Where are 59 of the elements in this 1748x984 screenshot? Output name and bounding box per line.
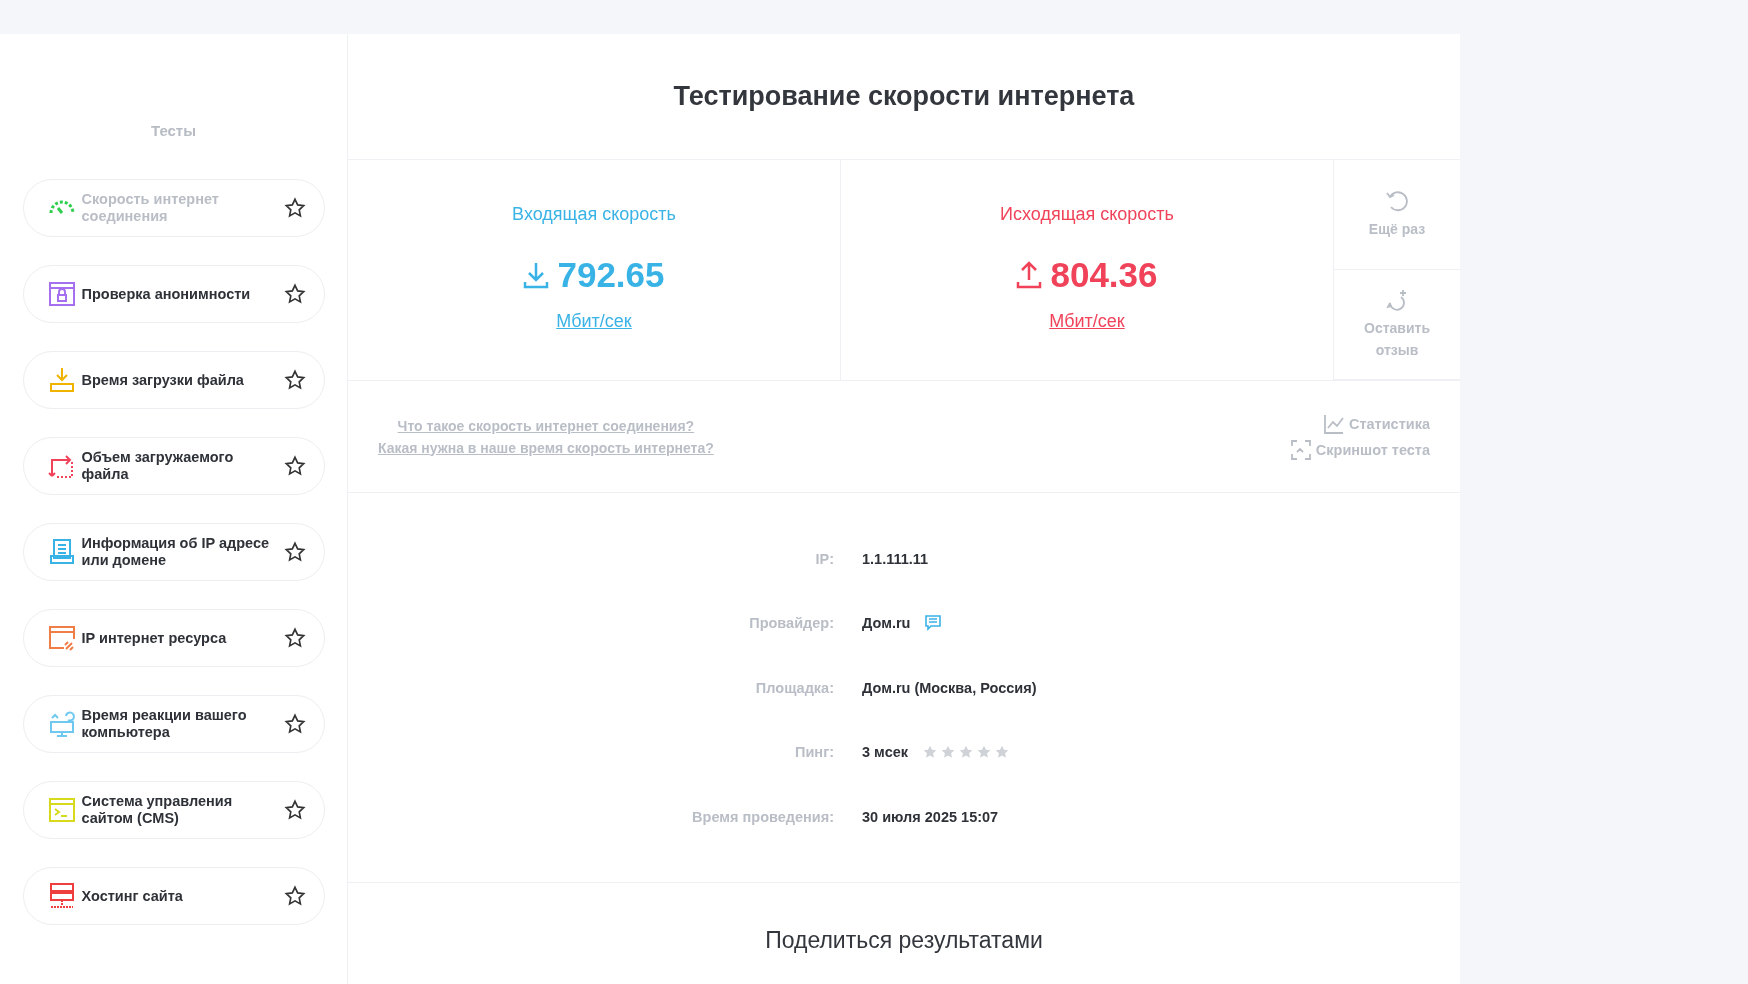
- sidebar-title: Тесты: [150, 122, 197, 139]
- monitor-sync-icon: [47, 710, 76, 738]
- sidebar-item-label: Скорость интернет соединения: [81, 191, 220, 225]
- sidebar-item-label: Проверка анонимности: [81, 285, 252, 303]
- star-icon[interactable]: [283, 455, 306, 477]
- sidebar-item-label: Объем загружаемого файла: [81, 449, 235, 483]
- speed-value: 792.65: [557, 255, 665, 295]
- sidebar-item-label: Время реакции вашего компьютера: [81, 707, 248, 741]
- star-icon[interactable]: [283, 283, 306, 305]
- sidebar-item-label: Хостинг сайта: [81, 887, 184, 905]
- sidebar-item-label: Время загрузки файла: [81, 371, 245, 389]
- star-icon[interactable]: [283, 885, 306, 907]
- download-tray-icon: [47, 366, 76, 394]
- info-value: Дом.ru (Москва, Россия): [862, 679, 1037, 696]
- info-label: Пинг:: [795, 744, 834, 760]
- info-label: Время проведения:: [692, 808, 834, 825]
- unit-link[interactable]: Мбит/сек: [556, 311, 632, 332]
- page-title: Тестирование скорости интернета: [673, 81, 1135, 112]
- rating-star-icon: [958, 744, 974, 760]
- unit-link[interactable]: Мбит/сек: [1049, 311, 1125, 332]
- speed-label: Исходящая скорость: [1000, 204, 1174, 225]
- info-value: Дом.ru: [862, 615, 911, 631]
- share-title: Поделиться результатами: [765, 927, 1043, 955]
- star-icon[interactable]: [283, 197, 306, 219]
- server-icon: [47, 882, 76, 910]
- rating-star-icon: [976, 744, 992, 760]
- line-chart-icon: [1322, 412, 1345, 435]
- star-icon[interactable]: [283, 799, 306, 821]
- upload-icon: [1016, 260, 1043, 290]
- info-value: 3 мсек: [862, 744, 908, 760]
- sidebar-item-label: Система управления сайтом (CMS): [81, 793, 234, 827]
- speed-label: Входящая скорость: [512, 204, 676, 225]
- article-link[interactable]: Что такое скорость интернет соединения?: [397, 417, 695, 434]
- resize-arrows-icon: [47, 452, 76, 480]
- rating-star-icon: [940, 744, 956, 760]
- star-icon[interactable]: [283, 369, 306, 391]
- article-link[interactable]: Какая нужна в наше время скорость интернета?: [378, 439, 714, 456]
- rating-star-icon: [994, 744, 1010, 760]
- gauge-icon: [47, 200, 76, 216]
- statistics-button[interactable]: Статистика: [1322, 412, 1430, 435]
- info-label: Провайдер:: [749, 615, 834, 631]
- rating-star-icon: [922, 744, 938, 760]
- sidebar-item-label: IP интернет ресурса: [81, 629, 228, 647]
- star-icon[interactable]: [283, 713, 306, 735]
- terminal-window-icon: [47, 796, 76, 824]
- speed-value: 804.36: [1050, 255, 1158, 295]
- info-value: 1.1.111.11: [862, 550, 929, 567]
- screenshot-button[interactable]: Скриншот теста: [1289, 438, 1430, 461]
- star-icon[interactable]: [283, 541, 306, 563]
- locked-window-icon: [47, 280, 76, 308]
- info-label: IP:: [815, 550, 834, 567]
- download-icon: [523, 260, 550, 290]
- screenshot-icon: [1289, 438, 1312, 461]
- info-value: 30 июля 2025 15:07: [862, 808, 999, 825]
- star-icon[interactable]: [283, 627, 306, 649]
- window-link-icon: [47, 624, 76, 652]
- info-label: Площадка:: [755, 679, 834, 696]
- sidebar-item-label: Информация об IP адресе или домене: [81, 535, 271, 569]
- document-tray-icon: [47, 538, 76, 566]
